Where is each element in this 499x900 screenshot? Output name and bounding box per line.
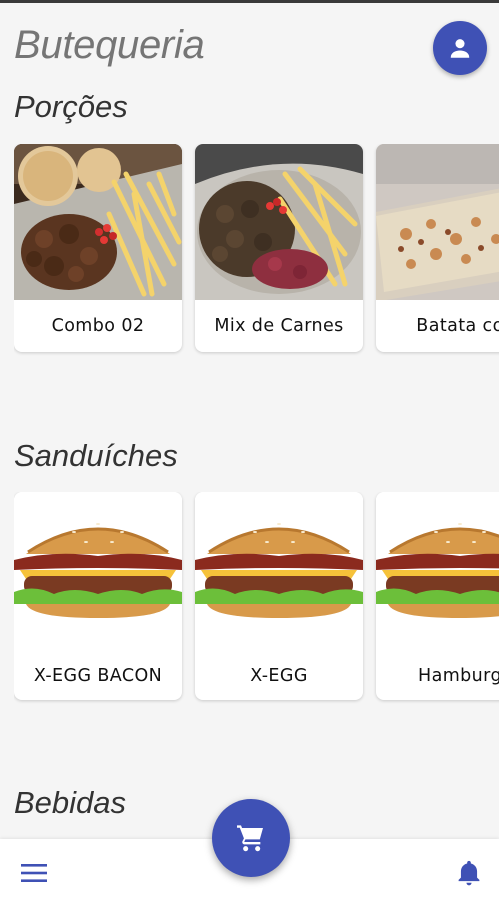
sanduiches-carousel[interactable]: X-EGG BACON X-EGG Hamburg bbox=[14, 492, 499, 712]
notifications-button[interactable] bbox=[455, 858, 483, 888]
profile-button[interactable] bbox=[433, 21, 487, 75]
product-label: Hamburg bbox=[418, 666, 499, 686]
hamburger-menu-icon bbox=[21, 864, 47, 882]
product-label: Batata co bbox=[416, 316, 499, 336]
shopping-cart-icon bbox=[237, 825, 263, 852]
product-card-combo-02[interactable]: Combo 02 bbox=[14, 144, 182, 352]
section-title-bebidas: Bebidas bbox=[14, 785, 127, 820]
section-title-porcoes: Porções bbox=[14, 89, 128, 124]
section-title-sanduiches: Sanduíches bbox=[14, 438, 178, 473]
product-image bbox=[14, 492, 182, 642]
product-image bbox=[195, 492, 363, 642]
product-image bbox=[195, 144, 363, 300]
menu-button[interactable] bbox=[20, 861, 48, 885]
person-icon bbox=[450, 39, 470, 58]
app-title: Butequeria bbox=[14, 23, 205, 67]
porcoes-carousel[interactable]: Combo 02 Mix de Carnes Batata co bbox=[14, 144, 499, 364]
product-label: X-EGG BACON bbox=[33, 666, 163, 686]
product-card-batata[interactable]: Batata co bbox=[376, 144, 499, 352]
product-card-mix-de-carnes[interactable]: Mix de Carnes bbox=[195, 144, 363, 352]
product-card-x-egg-bacon[interactable]: X-EGG BACON bbox=[14, 492, 182, 700]
product-image bbox=[376, 492, 499, 642]
product-label: X-EGG bbox=[250, 666, 308, 686]
product-label: Combo 02 bbox=[51, 316, 145, 336]
product-image bbox=[376, 144, 499, 300]
product-card-hamburguer[interactable]: Hamburg bbox=[376, 492, 499, 700]
product-label: Mix de Carnes bbox=[214, 316, 344, 336]
product-card-x-egg[interactable]: X-EGG bbox=[195, 492, 363, 700]
cart-button[interactable] bbox=[212, 799, 290, 877]
product-image bbox=[14, 144, 182, 300]
bell-icon bbox=[458, 860, 480, 886]
